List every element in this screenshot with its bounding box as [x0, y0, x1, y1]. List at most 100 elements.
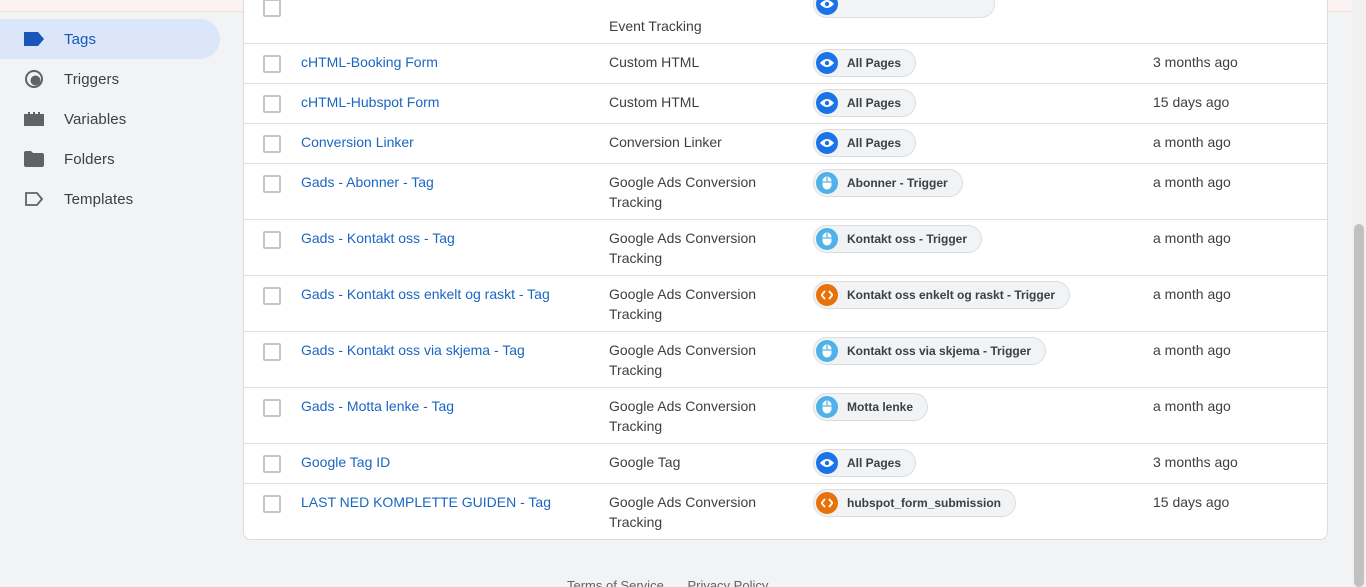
row-checkbox[interactable]	[263, 287, 281, 305]
row-checkbox[interactable]	[263, 0, 281, 17]
tag-name-link[interactable]: cHTML-Hubspot Form	[301, 94, 439, 110]
pageview-icon	[816, 452, 838, 474]
tag-name-link[interactable]: Gads - Motta lenke - Tag	[301, 398, 454, 414]
table-row[interactable]: Google Tag ID Google Tag All Pages 3 mon…	[244, 444, 1327, 484]
footer: Terms of Service Privacy Policy	[567, 578, 788, 587]
tag-type: Google Ads Conversion Tracking	[609, 230, 757, 266]
table-row[interactable]: Event Tracking	[244, 0, 1327, 44]
row-checkbox[interactable]	[263, 55, 281, 73]
sidebar-item-folders[interactable]: Folders	[0, 139, 220, 179]
tag-name-link[interactable]: cHTML-Booking Form	[301, 54, 438, 70]
sidebar-item-triggers[interactable]: Triggers	[0, 59, 220, 99]
row-checkbox[interactable]	[263, 399, 281, 417]
tag-type: Google Ads Conversion Tracking	[609, 398, 757, 434]
last-edited: 3 months ago	[1153, 54, 1238, 70]
trigger-chip[interactable]	[813, 0, 995, 18]
tag-type: Custom HTML	[609, 94, 700, 110]
pageview-icon	[816, 0, 838, 15]
trigger-chip[interactable]: All Pages	[813, 449, 917, 477]
trigger-name: Kontakt oss via skjema - Trigger	[847, 344, 1032, 358]
tag-type: Conversion Linker	[609, 134, 722, 150]
sidebar-item-label: Variables	[64, 110, 127, 128]
trigger-chip[interactable]: All Pages	[813, 129, 917, 157]
trigger-name: Abonner - Trigger	[847, 176, 948, 190]
last-edited: 15 days ago	[1153, 94, 1230, 110]
trigger-chip[interactable]: Motta lenke	[813, 393, 929, 421]
table-row[interactable]: cHTML-Hubspot Form Custom HTML All Pages…	[244, 84, 1327, 124]
sidebar: Tags Triggers Variables Folders Template…	[0, 19, 232, 219]
last-edited: a month ago	[1153, 342, 1231, 358]
last-edited: a month ago	[1153, 286, 1231, 302]
privacy-link[interactable]: Privacy Policy	[687, 578, 768, 587]
trigger-chip[interactable]: Kontakt oss - Trigger	[813, 225, 983, 253]
tag-name-link[interactable]: Gads - Kontakt oss via skjema - Tag	[301, 342, 525, 358]
tag-name-link[interactable]: Gads - Kontakt oss - Tag	[301, 230, 455, 246]
table-row[interactable]: LAST NED KOMPLETTE GUIDEN - Tag Google A…	[244, 484, 1327, 539]
tag-type: Google Ads Conversion Tracking	[609, 342, 757, 378]
tag-name-link[interactable]: Google Tag ID	[301, 454, 390, 470]
tag-type: Google Ads Conversion Tracking	[609, 494, 757, 530]
last-edited: 15 days ago	[1153, 494, 1230, 510]
folder-icon	[24, 149, 44, 169]
trigger-chip[interactable]: Abonner - Trigger	[813, 169, 963, 197]
tag-type: Custom HTML	[609, 54, 700, 70]
click-icon	[816, 228, 838, 250]
sidebar-item-label: Folders	[64, 150, 115, 168]
sidebar-item-variables[interactable]: Variables	[0, 99, 220, 139]
table-row[interactable]: Gads - Kontakt oss - Tag Google Ads Conv…	[244, 220, 1327, 276]
pageview-icon	[816, 92, 838, 114]
trigger-icon	[24, 69, 44, 89]
pageview-icon	[816, 52, 838, 74]
trigger-chip[interactable]: Kontakt oss enkelt og raskt - Trigger	[813, 281, 1071, 309]
tags-table: Event Tracking cHTML-Booking Form Custom…	[243, 0, 1328, 540]
table-row[interactable]: Conversion Linker Conversion Linker All …	[244, 124, 1327, 164]
tag-type: Google Tag	[609, 454, 681, 470]
trigger-chip[interactable]: hubspot_form_submission	[813, 489, 1017, 517]
trigger-name: All Pages	[847, 456, 902, 470]
row-checkbox[interactable]	[263, 343, 281, 361]
trigger-chip[interactable]: Kontakt oss via skjema - Trigger	[813, 337, 1047, 365]
row-checkbox[interactable]	[263, 231, 281, 249]
tag-name-link[interactable]: Conversion Linker	[301, 134, 414, 150]
row-checkbox[interactable]	[263, 135, 281, 153]
row-checkbox[interactable]	[263, 455, 281, 473]
scrollbar-thumb[interactable]	[1354, 224, 1364, 587]
sidebar-item-label: Templates	[64, 190, 134, 208]
trigger-name: All Pages	[847, 56, 902, 70]
table-row[interactable]: Gads - Kontakt oss via skjema - Tag Goog…	[244, 332, 1327, 388]
tag-type: Google Ads Conversion Tracking	[609, 286, 757, 322]
table-row[interactable]: Gads - Motta lenke - Tag Google Ads Conv…	[244, 388, 1327, 444]
sidebar-item-templates[interactable]: Templates	[0, 179, 220, 219]
custom-event-icon	[816, 492, 838, 514]
table-row[interactable]: Gads - Abonner - Tag Google Ads Conversi…	[244, 164, 1327, 220]
tag-name-link[interactable]: LAST NED KOMPLETTE GUIDEN - Tag	[301, 494, 551, 510]
variables-icon	[24, 109, 44, 129]
sidebar-item-tags[interactable]: Tags	[0, 19, 220, 59]
tag-name-link[interactable]: Gads - Abonner - Tag	[301, 174, 434, 190]
trigger-name: All Pages	[847, 136, 902, 150]
trigger-name: All Pages	[847, 96, 902, 110]
last-edited: a month ago	[1153, 174, 1231, 190]
trigger-name: hubspot_form_submission	[847, 496, 1002, 510]
tag-icon	[24, 29, 44, 49]
tag-type: Event Tracking	[609, 18, 702, 34]
terms-link[interactable]: Terms of Service	[567, 578, 664, 587]
pageview-icon	[816, 132, 838, 154]
last-edited: a month ago	[1153, 134, 1231, 150]
sidebar-item-label: Tags	[64, 30, 97, 48]
trigger-chip[interactable]: All Pages	[813, 49, 917, 77]
row-checkbox[interactable]	[263, 495, 281, 513]
table-row[interactable]: Gads - Kontakt oss enkelt og raskt - Tag…	[244, 276, 1327, 332]
trigger-chip[interactable]: All Pages	[813, 89, 917, 117]
row-checkbox[interactable]	[263, 95, 281, 113]
last-edited: a month ago	[1153, 230, 1231, 246]
row-checkbox[interactable]	[263, 175, 281, 193]
table-row[interactable]: cHTML-Booking Form Custom HTML All Pages…	[244, 44, 1327, 84]
last-edited: 3 months ago	[1153, 454, 1238, 470]
template-icon	[24, 189, 44, 209]
click-icon	[816, 172, 838, 194]
tag-name-link[interactable]: Gads - Kontakt oss enkelt og raskt - Tag	[301, 286, 550, 302]
trigger-name: Kontakt oss enkelt og raskt - Trigger	[847, 288, 1056, 302]
click-icon	[816, 340, 838, 362]
custom-event-icon	[816, 284, 838, 306]
